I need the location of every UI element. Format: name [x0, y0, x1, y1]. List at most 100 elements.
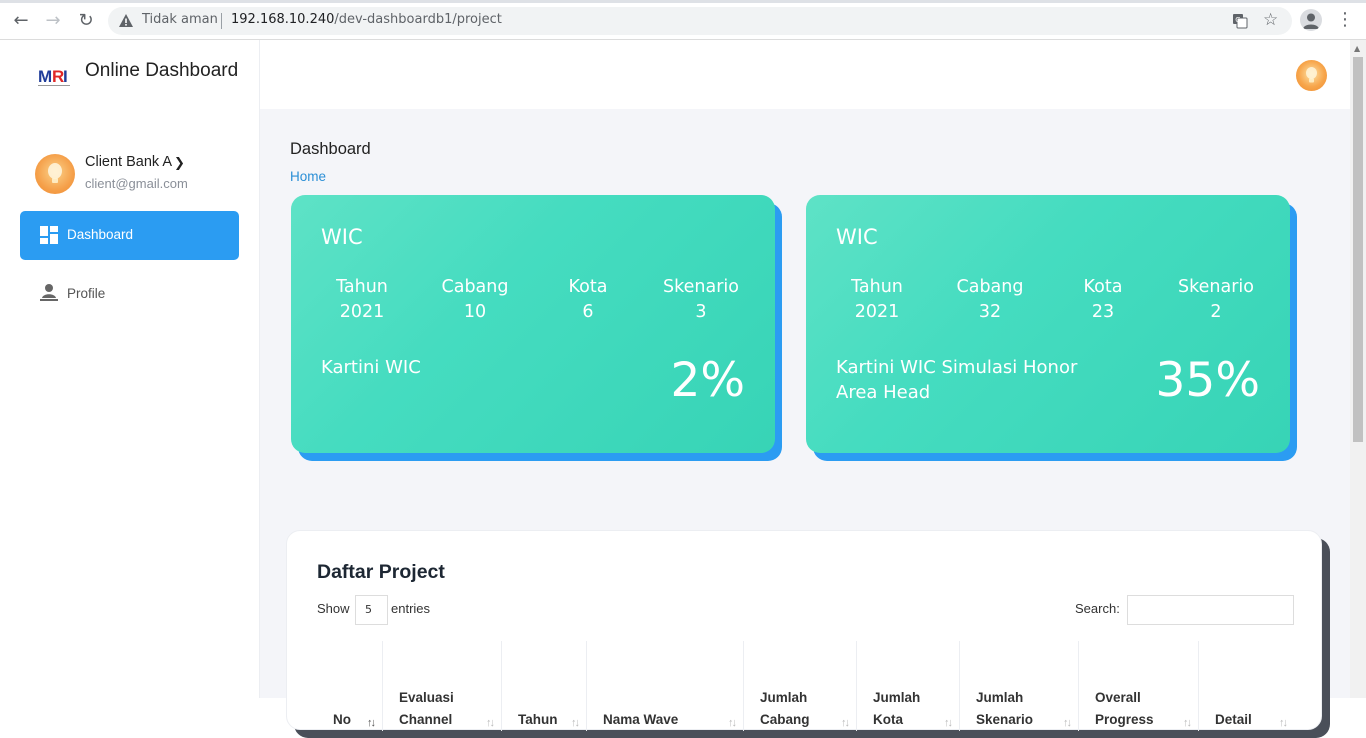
- stat-skenario: Skenario 2: [1161, 275, 1271, 325]
- stat-tahun: Tahun 2021: [822, 275, 932, 325]
- page-scrollbar[interactable]: ▲: [1350, 40, 1366, 698]
- breadcrumb-home[interactable]: Home: [290, 169, 326, 184]
- stat-label: Tahun: [336, 277, 388, 297]
- card-title: WIC: [321, 225, 363, 249]
- column-header-label: Jumlah Skenario: [976, 690, 1034, 727]
- project-card-body[interactable]: WIC Tahun 2021 Cabang 32 Kota 23 Skenari…: [806, 195, 1290, 453]
- sort-icon: ↑↓: [944, 717, 953, 729]
- sort-icon: ↑↓: [367, 717, 376, 729]
- column-header-nama-wave[interactable]: Nama Wave ↑↓: [586, 641, 743, 731]
- svg-text:I: I: [63, 67, 68, 86]
- stat-kota: Kota 6: [533, 275, 643, 325]
- sidebar: M R I Online Dashboard Client Bank A ❯ c…: [0, 40, 260, 698]
- column-header-label: Jumlah Kota: [873, 690, 921, 727]
- column-header-label: Jumlah Cabang: [760, 690, 810, 727]
- wave-name: Kartini WIC Simulasi Honor Area Head: [836, 357, 1078, 403]
- stat-value: 32: [978, 302, 1002, 322]
- stat-value: 10: [463, 302, 487, 322]
- stat-label: Cabang: [441, 277, 509, 297]
- column-header-label: Overall Progress: [1095, 690, 1154, 727]
- stat-label: Kota: [1083, 277, 1123, 297]
- avatar[interactable]: [35, 154, 75, 194]
- panel-body: Daftar Project Show 5 entries Search: No…: [286, 530, 1322, 731]
- browser-menu-icon[interactable]: ⋮: [1336, 9, 1354, 30]
- svg-text:M: M: [38, 67, 52, 86]
- search-input[interactable]: [1127, 595, 1294, 625]
- stat-value: 23: [1091, 302, 1115, 322]
- browser-toolbar: ← → ↻ Tidak aman 192.168.10.240/dev-dash…: [0, 0, 1366, 40]
- scroll-up-icon[interactable]: ▲: [1354, 44, 1360, 53]
- sort-icon: ↑↓: [571, 717, 580, 729]
- sort-icon: ↑↓: [841, 717, 850, 729]
- column-header-label: Tahun: [518, 712, 558, 727]
- wave-name: Kartini WIC: [321, 357, 421, 378]
- mri-logo-icon[interactable]: M R I: [38, 64, 70, 88]
- column-header-jumlah-kota[interactable]: Jumlah Kota ↑↓: [856, 641, 959, 731]
- search-label: Search:: [1075, 601, 1120, 616]
- project-table-panel: Daftar Project Show 5 entries Search: No…: [286, 530, 1330, 738]
- address-bar[interactable]: Tidak aman 192.168.10.240/dev-dashboardb…: [108, 7, 1292, 35]
- project-card-body[interactable]: WIC Tahun 2021 Cabang 10 Kota 6 Skenario…: [291, 195, 775, 453]
- browser-profile-icon[interactable]: [1300, 9, 1322, 31]
- chevron-down-icon[interactable]: ❯: [174, 156, 185, 171]
- project-card[interactable]: WIC Tahun 2021 Cabang 32 Kota 23 Skenari…: [806, 195, 1298, 462]
- column-header-jumlah-skenario[interactable]: Jumlah Skenario ↑↓: [959, 641, 1078, 731]
- sort-icon: ↑↓: [728, 717, 737, 729]
- security-warning-text[interactable]: Tidak aman: [142, 12, 218, 27]
- sort-icon: ↑↓: [486, 717, 495, 729]
- column-header-tahun[interactable]: Tahun ↑↓: [501, 641, 586, 731]
- back-arrow-icon[interactable]: ←: [11, 11, 31, 31]
- stat-value: 2: [1210, 302, 1222, 322]
- main-content: Dashboard Home WIC Tahun 2021 Cabang 10 …: [260, 40, 1350, 738]
- column-header-no[interactable]: No ↑↓: [317, 641, 382, 731]
- column-header-label: Evaluasi Channel: [399, 690, 454, 727]
- user-name[interactable]: Client Bank A: [85, 154, 172, 170]
- stat-value: 2021: [854, 302, 900, 322]
- card-title: WIC: [836, 225, 878, 249]
- stat-skenario: Skenario 3: [646, 275, 756, 325]
- page-title: Dashboard: [290, 140, 371, 158]
- stat-tahun: Tahun 2021: [307, 275, 417, 325]
- bookmark-star-icon[interactable]: ☆: [1263, 10, 1278, 30]
- url-text[interactable]: 192.168.10.240/dev-dashboardb1/project: [231, 12, 502, 27]
- translate-icon[interactable]: G: [1232, 13, 1248, 29]
- stat-cabang: Cabang 10: [420, 275, 530, 325]
- user-menu-avatar[interactable]: [1296, 60, 1327, 91]
- stat-label: Kota: [568, 277, 608, 297]
- sidebar-item-dashboard[interactable]: Dashboard: [20, 211, 239, 260]
- entries-label: entries: [391, 601, 431, 616]
- warning-icon: [119, 14, 133, 27]
- scrollbar-thumb[interactable]: [1353, 57, 1363, 442]
- svg-text:G: G: [1235, 16, 1240, 24]
- column-header-overall-progress[interactable]: Overall Progress ↑↓: [1078, 641, 1198, 731]
- project-card[interactable]: WIC Tahun 2021 Cabang 10 Kota 6 Skenario…: [291, 195, 783, 462]
- sidebar-item-label: Profile: [67, 286, 106, 301]
- sort-icon: ↑↓: [1279, 717, 1288, 729]
- brand-title[interactable]: Online Dashboard: [85, 60, 238, 82]
- column-header-detail[interactable]: Detail ↑↓: [1198, 641, 1294, 731]
- stat-value: 6: [582, 302, 594, 322]
- forward-arrow-icon[interactable]: →: [43, 11, 63, 31]
- entries-select[interactable]: 5: [355, 595, 388, 625]
- stat-label: Skenario: [1178, 277, 1254, 297]
- column-header-jumlah-cabang[interactable]: Jumlah Cabang ↑↓: [743, 641, 856, 731]
- url-host: 192.168.10.240: [231, 12, 335, 27]
- column-header-evaluasi-channel[interactable]: Evaluasi Channel ↑↓: [382, 641, 501, 731]
- column-header-label: Detail: [1215, 712, 1252, 727]
- stat-cabang: Cabang 32: [935, 275, 1045, 325]
- column-header-label: Nama Wave: [603, 712, 679, 727]
- sidebar-item-profile[interactable]: Profile: [20, 276, 239, 312]
- user-email: client@gmail.com: [85, 176, 188, 191]
- reload-icon[interactable]: ↻: [76, 11, 96, 31]
- stat-value: 2021: [339, 302, 385, 322]
- sidebar-item-label: Dashboard: [67, 227, 134, 242]
- tab-strip-edge: [0, 0, 1366, 3]
- table-title: Daftar Project: [317, 561, 445, 583]
- column-header-label: No: [333, 712, 351, 727]
- progress-percent: 35%: [1155, 353, 1260, 408]
- profile-icon: [40, 284, 58, 301]
- url-path: /dev-dashboardb1/project: [334, 12, 502, 27]
- progress-percent: 2%: [670, 353, 745, 408]
- dashboard-icon: [40, 226, 58, 244]
- sort-icon: ↑↓: [1063, 717, 1072, 729]
